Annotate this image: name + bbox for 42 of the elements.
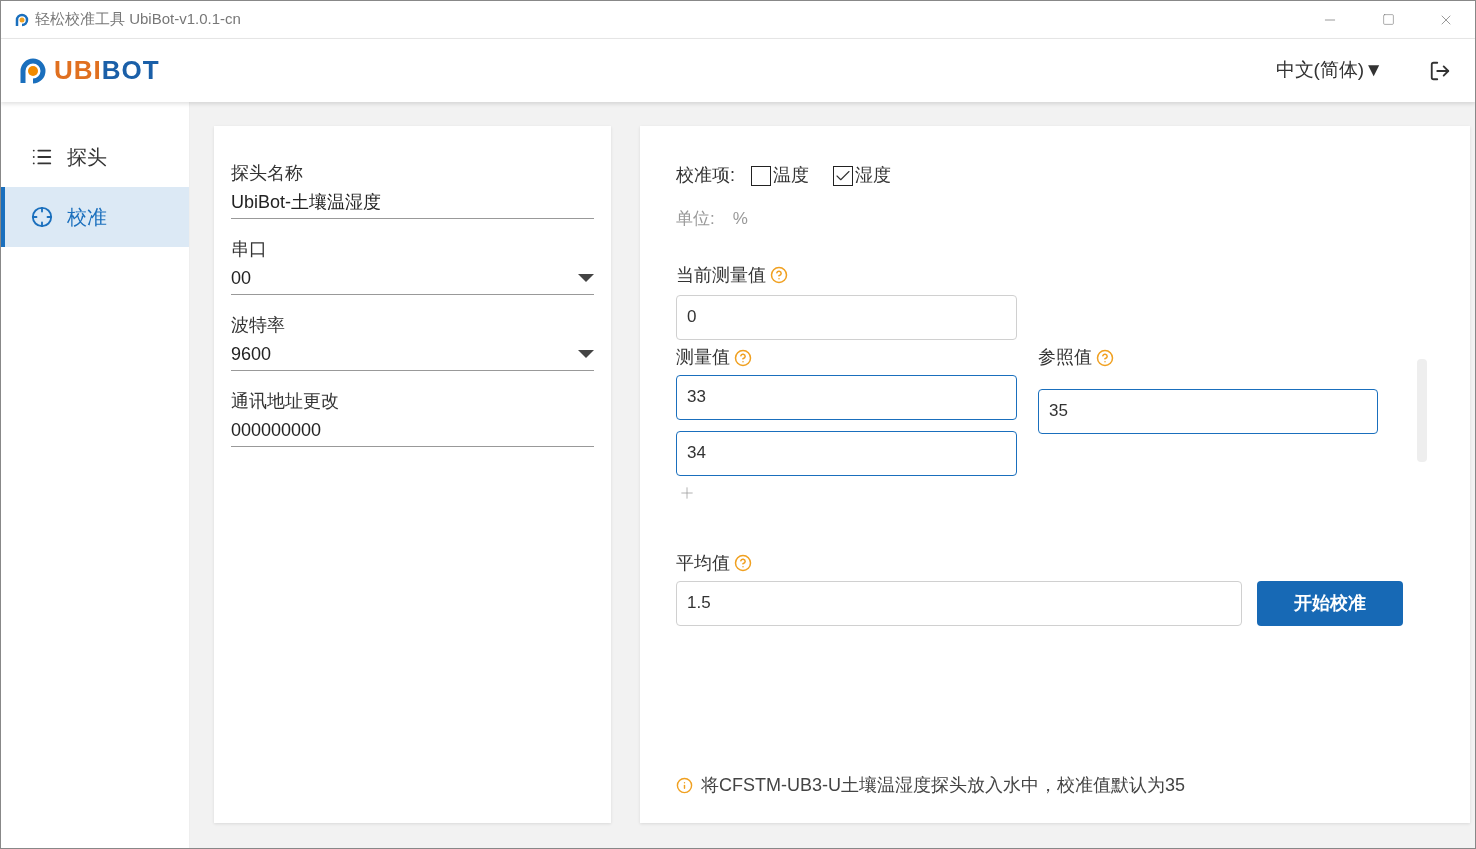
logout-icon[interactable]	[1429, 59, 1451, 82]
app-icon	[13, 11, 29, 28]
input-field[interactable]: 35	[1038, 388, 1378, 434]
maximize-icon[interactable]	[1381, 13, 1395, 26]
field-label: 当前测量值	[676, 263, 766, 287]
logo-text: UBIBOT	[54, 54, 160, 87]
input-field[interactable]: 34	[676, 430, 1017, 476]
field-label: 波特率	[231, 314, 286, 337]
input-field[interactable]: 0	[676, 294, 1017, 340]
info-icon	[676, 777, 693, 794]
input-field[interactable]: 33	[676, 374, 1017, 420]
checkbox-label[interactable]: 湿度	[855, 162, 891, 189]
field-label: 串口	[231, 238, 268, 261]
input-field[interactable]: 1.5	[676, 580, 1242, 626]
field-label: 平均值	[676, 551, 730, 575]
calibration-items-label: 校准项:	[676, 164, 735, 187]
field-label: 通讯地址更改	[231, 390, 340, 413]
sidebar-item[interactable]: 校准	[1, 187, 189, 247]
field-label: 探头名称	[231, 162, 304, 185]
help-icon[interactable]	[1096, 348, 1114, 367]
field-label: 测量值	[676, 346, 730, 369]
text-field[interactable]: 000000000	[231, 414, 594, 447]
select-field[interactable]: 00	[231, 262, 594, 295]
window-title: 轻松校准工具 UbiBot-v1.0.1-cn	[35, 9, 241, 30]
unit-value: %	[732, 208, 748, 230]
help-icon[interactable]	[734, 348, 752, 367]
crosshair-icon	[31, 206, 53, 228]
start-calibration-button[interactable]: 开始校准	[1257, 580, 1403, 626]
text-field[interactable]: UbiBot-土壤温湿度	[231, 186, 594, 219]
sidebar-item[interactable]: 探头	[1, 127, 189, 187]
field-label: 参照值	[1038, 346, 1092, 369]
unit-label: 单位:	[676, 208, 715, 230]
checkbox[interactable]	[833, 165, 853, 186]
language-selector[interactable]: 中文(简体)▼	[1275, 56, 1383, 85]
help-icon[interactable]	[770, 266, 788, 284]
caret-icon	[578, 274, 594, 282]
checkbox[interactable]	[751, 165, 771, 186]
select-field[interactable]: 9600	[231, 338, 594, 371]
checkbox-label[interactable]: 温度	[773, 162, 809, 189]
caret-icon	[578, 350, 594, 358]
help-icon[interactable]	[734, 554, 752, 572]
note-text: 将CFSTM-UB3-U土壤温湿度探头放入水中，校准值默认为35	[701, 774, 1185, 797]
